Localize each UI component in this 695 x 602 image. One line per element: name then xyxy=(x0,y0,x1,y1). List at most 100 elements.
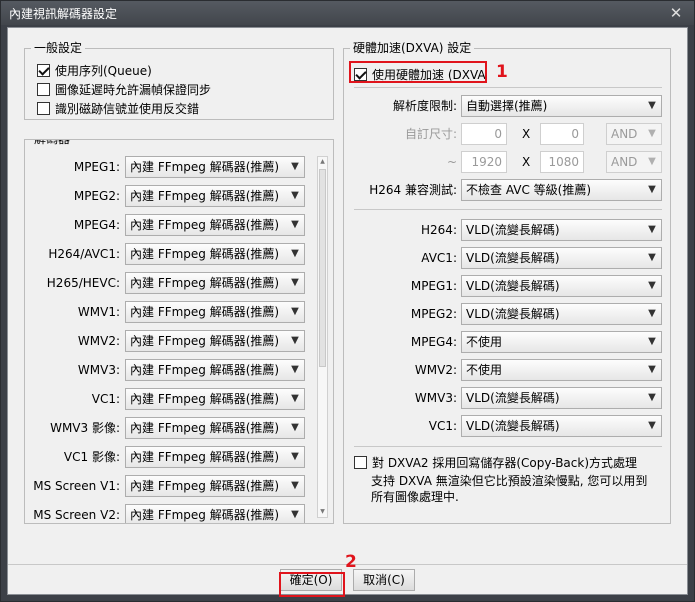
min-and-value: AND xyxy=(611,127,638,141)
allow-frame-drop-checkbox[interactable] xyxy=(37,82,50,96)
decoder-select-vc1[interactable]: 內建 FFmpeg 解碼器(推薦) ▼ xyxy=(125,388,305,410)
window-title: 內建視訊解碼器設定 xyxy=(9,7,118,21)
dxva-value-vc1: VLD(流變長解碼) xyxy=(466,419,560,433)
decoder-label-msscreen-v1: MS Screen V1: xyxy=(33,479,120,493)
max-width-field[interactable]: 1920 xyxy=(461,151,507,173)
chevron-down-icon: ▼ xyxy=(648,280,656,291)
dxva-select-wmv3[interactable]: VLD(流變長解碼) ▼ xyxy=(461,387,662,409)
decoder-value-msscreen-v2: 內建 FFmpeg 解碼器(推薦) xyxy=(130,508,280,522)
general-settings-group: 一般設定 使用序列(Queue) 圖像延遲時允許漏幀保證同步 識別磁跡信號並使用… xyxy=(24,40,334,120)
min-and-select[interactable]: AND ▼ xyxy=(606,123,662,145)
dxva-value-wmv2: 不使用 xyxy=(466,363,503,377)
copy-back-checkbox[interactable] xyxy=(354,455,367,469)
max-and-value: AND xyxy=(611,155,638,169)
decoder-label-wmv3-image: WMV3 影像: xyxy=(50,421,120,435)
scrollbar-thumb[interactable] xyxy=(319,169,326,367)
decoder-value-wmv2: 內建 FFmpeg 解碼器(推薦) xyxy=(130,334,280,348)
chevron-down-icon: ▼ xyxy=(648,308,656,319)
decoder-select-vc1-image[interactable]: 內建 FFmpeg 解碼器(推薦) ▼ xyxy=(125,446,305,468)
deinterlace-option[interactable]: 識別磁跡信號並使用反交錯 xyxy=(37,99,199,117)
dxva-select-avc1[interactable]: VLD(流變長解碼) ▼ xyxy=(461,247,662,269)
general-settings-legend: 一般設定 xyxy=(31,40,86,56)
chevron-down-icon: ▼ xyxy=(648,224,656,235)
dxva-label-wmv2: WMV2: xyxy=(414,363,457,377)
min-width-field[interactable]: 0 xyxy=(461,123,507,145)
min-height-field[interactable]: 0 xyxy=(540,123,584,145)
decoder-select-msscreen-v1[interactable]: 內建 FFmpeg 解碼器(推薦) ▼ xyxy=(125,475,305,497)
dxva-select-mpeg1[interactable]: VLD(流變長解碼) ▼ xyxy=(461,275,662,297)
use-queue-checkbox[interactable] xyxy=(37,63,50,77)
dxva-value-wmv3: VLD(流變長解碼) xyxy=(466,391,560,405)
dxva-select-mpeg4[interactable]: 不使用 ▼ xyxy=(461,331,662,353)
allow-frame-drop-option[interactable]: 圖像延遲時允許漏幀保證同步 xyxy=(37,80,211,98)
decoder-label-wmv2: WMV2: xyxy=(77,334,120,348)
dxva-label-wmv3: WMV3: xyxy=(414,391,457,405)
chevron-down-icon: ▼ xyxy=(291,364,299,375)
chevron-down-icon: ▼ xyxy=(291,161,299,172)
dxva-label-vc1: VC1: xyxy=(428,419,457,433)
decoder-label-mpeg2: MPEG2: xyxy=(73,189,120,203)
times-sign: X xyxy=(522,127,531,141)
dxva-label-mpeg4: MPEG4: xyxy=(410,335,457,349)
dxva-value-mpeg4: 不使用 xyxy=(466,335,503,349)
decoder-select-wmv3[interactable]: 內建 FFmpeg 解碼器(推薦) ▼ xyxy=(125,359,305,381)
decoder-select-mpeg1[interactable]: 內建 FFmpeg 解碼器(推薦) ▼ xyxy=(125,156,305,178)
dxva-select-wmv2[interactable]: 不使用 ▼ xyxy=(461,359,662,381)
decoder-select-wmv3-image[interactable]: 內建 FFmpeg 解碼器(推薦) ▼ xyxy=(125,417,305,439)
decoder-label-vc1-image: VC1 影像: xyxy=(63,450,120,464)
chevron-down-icon: ▼ xyxy=(648,364,656,375)
scroll-down-icon[interactable]: ▼ xyxy=(318,507,327,517)
chevron-down-icon: ▼ xyxy=(291,190,299,201)
decoder-label-h264: H264/AVC1: xyxy=(48,247,120,261)
times-sign: X xyxy=(522,155,531,169)
decoders-scrollbar[interactable]: ▲ ▼ xyxy=(317,156,328,518)
dxva-label-mpeg1: MPEG1: xyxy=(410,279,457,293)
dxva-select-mpeg2[interactable]: VLD(流變長解碼) ▼ xyxy=(461,303,662,325)
close-icon[interactable]: ✕ xyxy=(664,4,688,22)
dxva-value-h264: VLD(流變長解碼) xyxy=(466,223,560,237)
resolution-limit-value: 自動選擇(推薦) xyxy=(466,99,548,113)
decoder-select-wmv1[interactable]: 內建 FFmpeg 解碼器(推薦) ▼ xyxy=(125,301,305,323)
decoder-label-mpeg1: MPEG1: xyxy=(73,160,120,174)
dxva-label-mpeg2: MPEG2: xyxy=(410,307,457,321)
decoder-value-vc1: 內建 FFmpeg 解碼器(推薦) xyxy=(130,392,280,406)
chevron-down-icon: ▼ xyxy=(648,128,656,139)
dxva-select-vc1[interactable]: VLD(流變長解碼) ▼ xyxy=(461,415,662,437)
custom-size-label: 自訂尺寸: xyxy=(404,127,457,141)
dxva-legend: 硬體加速(DXVA) 設定 xyxy=(350,40,475,56)
max-height-field[interactable]: 1080 xyxy=(540,151,584,173)
copy-back-option[interactable]: 對 DXVA2 採用回寫儲存器(Copy-Back)方式處理 xyxy=(354,453,637,471)
dxva-value-mpeg1: VLD(流變長解碼) xyxy=(466,279,560,293)
chevron-down-icon: ▼ xyxy=(291,248,299,259)
chevron-down-icon: ▼ xyxy=(291,335,299,346)
cancel-button[interactable]: 取消(C) xyxy=(353,569,415,591)
use-queue-option[interactable]: 使用序列(Queue) xyxy=(37,61,152,79)
decoder-select-h264[interactable]: 內建 FFmpeg 解碼器(推薦) ▼ xyxy=(125,243,305,265)
decoder-label-vc1: VC1: xyxy=(91,392,120,406)
chevron-down-icon: ▼ xyxy=(648,156,656,167)
dxva-select-h264[interactable]: VLD(流變長解碼) ▼ xyxy=(461,219,662,241)
deinterlace-checkbox[interactable] xyxy=(37,101,50,115)
resolution-limit-select[interactable]: 自動選擇(推薦) ▼ xyxy=(461,95,662,117)
decoders-legend: 解碼器 xyxy=(31,140,74,147)
use-queue-label: 使用序列(Queue) xyxy=(55,63,152,78)
scroll-up-icon[interactable]: ▲ xyxy=(318,157,327,167)
chevron-down-icon: ▼ xyxy=(648,100,656,111)
copy-back-note-line2: 所有圖像處理中. xyxy=(371,490,459,504)
decoder-label-wmv3: WMV3: xyxy=(77,363,120,377)
decoder-value-h265: 內建 FFmpeg 解碼器(推薦) xyxy=(130,276,280,290)
decoder-select-wmv2[interactable]: 內建 FFmpeg 解碼器(推薦) ▼ xyxy=(125,330,305,352)
decoder-select-mpeg2[interactable]: 內建 FFmpeg 解碼器(推薦) ▼ xyxy=(125,185,305,207)
decoder-select-msscreen-v2[interactable]: 內建 FFmpeg 解碼器(推薦) ▼ xyxy=(125,504,305,523)
chevron-down-icon: ▼ xyxy=(648,336,656,347)
decoder-select-h265[interactable]: 內建 FFmpeg 解碼器(推薦) ▼ xyxy=(125,272,305,294)
chevron-down-icon: ▼ xyxy=(648,392,656,403)
dxva-label-h264: H264: xyxy=(421,223,457,237)
max-size-prefix: ~ xyxy=(446,155,457,169)
max-and-select[interactable]: AND ▼ xyxy=(606,151,662,173)
chevron-down-icon: ▼ xyxy=(648,184,656,195)
dxva-highlight-box xyxy=(349,61,487,83)
decoder-select-mpeg4[interactable]: 內建 FFmpeg 解碼器(推薦) ▼ xyxy=(125,214,305,236)
h264-test-select[interactable]: 不檢查 AVC 等級(推薦) ▼ xyxy=(461,179,662,201)
chevron-down-icon: ▼ xyxy=(291,422,299,433)
